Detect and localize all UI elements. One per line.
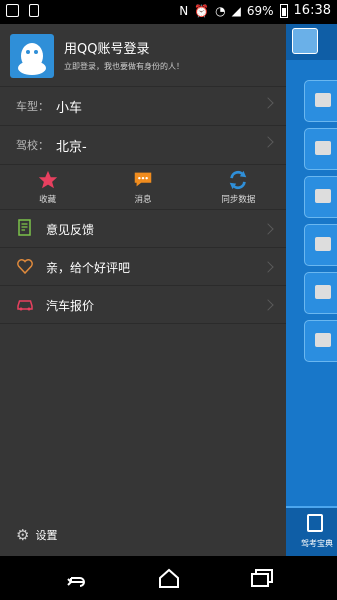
signal-icon: ◢ <box>231 3 241 18</box>
status-bar: N ⏰ ◔ ◢ 69% 16:38 <box>0 0 337 24</box>
main-header <box>286 24 337 60</box>
card-thumbnail <box>315 237 331 251</box>
car-type-label: 车型： <box>16 100 49 113</box>
profile-avatar[interactable] <box>292 28 318 54</box>
feedback-icon <box>18 219 31 236</box>
navigation-drawer: 用QQ账号登录 立即登录，我也要做有身份的人！ 车型： 小车 驾校： 北京- 收… <box>0 24 286 556</box>
chevron-right-icon <box>262 223 274 235</box>
favorites-label: 收藏 <box>39 195 57 205</box>
clock: 16:38 <box>293 3 331 18</box>
main-content-peek: 驾考宝典 <box>286 24 337 556</box>
driving-school-label: 驾校： <box>16 139 49 152</box>
qq-penguin-icon <box>10 34 54 78</box>
driving-school-value: 北京- <box>56 140 87 155</box>
car-type-row[interactable]: 车型： 小车 <box>0 87 286 126</box>
login-title: 用QQ账号登录 <box>64 42 150 57</box>
settings-button[interactable]: ⚙ 设置 <box>16 526 57 544</box>
sync-data-label: 同步数据 <box>221 195 256 205</box>
card-thumbnail <box>315 333 331 347</box>
category-card[interactable] <box>304 176 337 218</box>
car-icon <box>17 300 33 311</box>
bottom-tab[interactable]: 驾考宝典 <box>286 506 337 556</box>
category-card[interactable] <box>304 320 337 362</box>
gallery-notification-icon <box>6 4 19 17</box>
nfc-icon: N <box>179 3 189 18</box>
category-card[interactable] <box>304 128 337 170</box>
message-icon <box>134 172 152 187</box>
menu-item-label: 汽车报价 <box>46 299 95 313</box>
alarm-icon: ⏰ <box>194 3 210 18</box>
menu-item-label: 意见反馈 <box>46 223 95 237</box>
menu-item-label: 亲，给个好评吧 <box>46 261 131 275</box>
bottom-tab-label: 驾考宝典 <box>301 539 333 548</box>
back-icon[interactable] <box>63 568 87 588</box>
quick-actions-bar: 收藏 消息 同步数据 <box>0 165 286 210</box>
gear-icon: ⚙ <box>16 526 30 544</box>
menu-item-car-prices[interactable]: 汽车报价 <box>0 286 286 324</box>
recent-apps-icon[interactable] <box>250 568 274 588</box>
card-thumbnail <box>315 189 331 203</box>
chevron-right-icon <box>262 97 274 109</box>
home-icon[interactable] <box>157 568 181 588</box>
login-subtitle: 立即登录，我也要做有身份的人！ <box>64 62 184 71</box>
qq-login-header[interactable]: 用QQ账号登录 立即登录，我也要做有身份的人！ <box>0 24 286 87</box>
chevron-right-icon <box>262 299 274 311</box>
star-icon <box>38 170 57 189</box>
category-card[interactable] <box>304 272 337 314</box>
system-navigation-bar <box>0 556 337 600</box>
battery-percent: 69% <box>246 3 274 18</box>
settings-label: 设置 <box>35 529 58 542</box>
messages-label: 消息 <box>134 195 152 205</box>
sd-card-notification-icon <box>29 4 39 17</box>
battery-icon <box>279 3 288 18</box>
category-card[interactable] <box>304 224 337 266</box>
menu-item-feedback[interactable]: 意见反馈 <box>0 210 286 248</box>
card-thumbnail <box>315 141 331 155</box>
category-card[interactable] <box>304 80 337 122</box>
driving-school-row[interactable]: 驾校： 北京- <box>0 126 286 165</box>
document-icon <box>307 514 323 532</box>
card-thumbnail <box>315 93 331 107</box>
menu-item-rate-app[interactable]: 亲，给个好评吧 <box>0 248 286 286</box>
favorites-button[interactable]: 收藏 <box>0 165 95 209</box>
sync-data-button[interactable]: 同步数据 <box>191 165 286 209</box>
chevron-right-icon <box>262 261 274 273</box>
heart-icon <box>17 259 33 275</box>
messages-button[interactable]: 消息 <box>95 165 190 209</box>
chevron-right-icon <box>262 136 274 148</box>
sync-icon <box>230 170 247 190</box>
car-type-value: 小车 <box>56 101 83 116</box>
card-thumbnail <box>315 285 331 299</box>
wifi-icon: ◔ <box>215 3 226 18</box>
